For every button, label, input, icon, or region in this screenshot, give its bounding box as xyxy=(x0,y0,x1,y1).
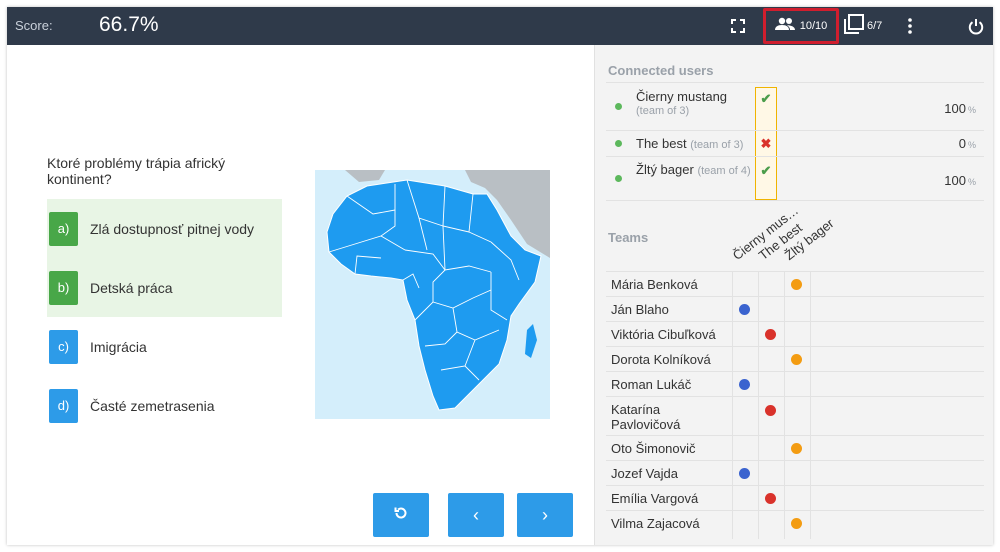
member-name: Roman Lukáč xyxy=(611,377,692,392)
member-name: Jozef Vajda xyxy=(611,466,678,481)
percent-unit: % xyxy=(967,105,976,115)
user-team: (team of 3) xyxy=(690,139,744,151)
user-team: (team of 3) xyxy=(636,105,690,117)
users-count: 10/10 xyxy=(799,20,828,32)
team-assignment-dot[interactable] xyxy=(765,493,776,504)
answer-option[interactable]: d) Časté zemetrasenia xyxy=(47,376,282,435)
user-score: 100% xyxy=(944,173,976,188)
check-icon: ✔ xyxy=(760,163,772,178)
team-assignment-dot[interactable] xyxy=(739,379,750,390)
team-assignment-dot[interactable] xyxy=(765,405,776,416)
online-status-dot xyxy=(615,140,622,147)
user-score-value: 0 xyxy=(958,136,966,151)
answer-text: Detská práca xyxy=(90,279,173,296)
answer-letter: d) xyxy=(49,388,78,423)
fullscreen-icon[interactable] xyxy=(728,7,748,45)
score-label: Score: xyxy=(15,18,53,33)
top-bar: Score: 66.7% 10/10 6/7 xyxy=(7,7,993,45)
team-member-row[interactable]: Katarína Pavlovičová xyxy=(606,396,984,435)
connected-user-row[interactable]: The best (team of 3) ✖ 0% xyxy=(606,130,984,156)
user-team: (team of 4) xyxy=(697,165,751,177)
answer-letter: c) xyxy=(49,329,78,364)
team-member-row[interactable]: Dorota Kolníková xyxy=(606,346,984,371)
user-score: 0% xyxy=(959,136,976,151)
connected-user-row[interactable]: Žltý bager (team of 4) ✔ 100% xyxy=(606,156,984,200)
online-status-dot xyxy=(615,103,622,110)
column-divider xyxy=(810,271,811,539)
slides-count: 6/7 xyxy=(867,20,883,32)
answer-list: a) Zlá dostupnosť pitnej vody b) Detská … xyxy=(47,199,282,435)
team-assignment-dot[interactable] xyxy=(739,304,750,315)
team-assignment-dot[interactable] xyxy=(791,279,802,290)
more-vert-icon[interactable] xyxy=(904,7,916,45)
percent-unit: % xyxy=(967,177,976,187)
app-window: Score: 66.7% 10/10 6/7 Ktoré problémy tr… xyxy=(7,7,993,545)
user-score-value: 100 xyxy=(944,173,966,188)
column-divider xyxy=(784,271,785,539)
team-member-row[interactable]: Oto Šimonovič xyxy=(606,435,984,460)
team-assignment-dot[interactable] xyxy=(791,354,802,365)
side-panel: Connected users Čierny mustang (team of … xyxy=(594,45,993,545)
user-name: Žltý bager xyxy=(636,162,694,177)
member-name: Vilma Zajacová xyxy=(611,516,700,531)
answer-text: Zlá dostupnosť pitnej vody xyxy=(90,220,255,237)
member-name: Emília Vargová xyxy=(611,491,699,506)
user-score-value: 100 xyxy=(944,101,966,116)
team-member-row[interactable]: Viktória Cibuľková xyxy=(606,321,984,346)
answer-letter: a) xyxy=(49,211,78,246)
divider xyxy=(606,200,984,201)
answer-option[interactable]: a) Zlá dostupnosť pitnej vody xyxy=(47,199,282,258)
percent-unit: % xyxy=(967,140,976,150)
slides-icon xyxy=(844,13,864,39)
teams-title: Teams xyxy=(608,230,649,245)
member-name: Oto Šimonovič xyxy=(611,441,696,456)
team-assignment-dot[interactable] xyxy=(791,518,802,529)
check-icon: ✔ xyxy=(760,91,772,106)
team-member-row[interactable]: Vilma Zajacová xyxy=(606,510,984,535)
reset-button[interactable] xyxy=(373,493,429,537)
answer-text: Časté zemetrasenia xyxy=(90,397,215,414)
reset-icon xyxy=(394,506,408,525)
team-member-row[interactable]: Ján Blaho xyxy=(606,296,984,321)
column-divider xyxy=(732,271,733,539)
africa-map xyxy=(315,170,550,419)
team-member-row[interactable]: Roman Lukáč xyxy=(606,371,984,396)
score-value: 66.7% xyxy=(99,13,159,36)
team-assignment-dot[interactable] xyxy=(765,329,776,340)
team-member-row[interactable]: Emília Vargová xyxy=(606,485,984,510)
answer-option[interactable]: c) Imigrácia xyxy=(47,317,282,376)
connected-user-row[interactable]: Čierny mustang (team of 3) ✔ 100% xyxy=(606,82,984,130)
cross-icon: ✖ xyxy=(760,136,772,151)
next-button[interactable]: › xyxy=(517,493,573,537)
team-member-row[interactable]: Mária Benková xyxy=(606,271,984,296)
answer-text: Imigrácia xyxy=(90,338,147,355)
connected-users-button[interactable]: 10/10 xyxy=(763,8,839,44)
connected-users-title: Connected users xyxy=(608,63,714,78)
next-icon: › xyxy=(542,504,548,525)
column-divider xyxy=(758,271,759,539)
online-status-dot xyxy=(615,175,622,182)
member-name: Dorota Kolníková xyxy=(611,352,711,367)
answer-letter: b) xyxy=(49,270,78,305)
previous-icon: ‹ xyxy=(473,504,479,525)
teams-table: Mária Benková Ján Blaho Viktória Cibuľková… xyxy=(606,271,984,535)
user-score: 100% xyxy=(944,101,976,116)
question-text: Ktoré problémy trápia africký kontinent? xyxy=(47,155,226,187)
team-member-row[interactable]: Jozef Vajda xyxy=(606,460,984,485)
users-icon xyxy=(774,17,795,36)
member-name: Viktória Cibuľková xyxy=(611,327,716,342)
member-name: Ján Blaho xyxy=(611,302,669,317)
team-assignment-dot[interactable] xyxy=(791,443,802,454)
power-icon[interactable] xyxy=(966,7,986,45)
user-name: Čierny mustang xyxy=(636,89,728,104)
member-name: Mária Benková xyxy=(611,277,698,292)
member-name: Katarína Pavlovičová xyxy=(611,402,681,432)
user-name: The best xyxy=(636,136,687,151)
team-assignment-dot[interactable] xyxy=(739,468,750,479)
slides-button[interactable]: 6/7 xyxy=(844,7,888,45)
answer-option[interactable]: b) Detská práca xyxy=(47,258,282,317)
previous-button[interactable]: ‹ xyxy=(448,493,504,537)
